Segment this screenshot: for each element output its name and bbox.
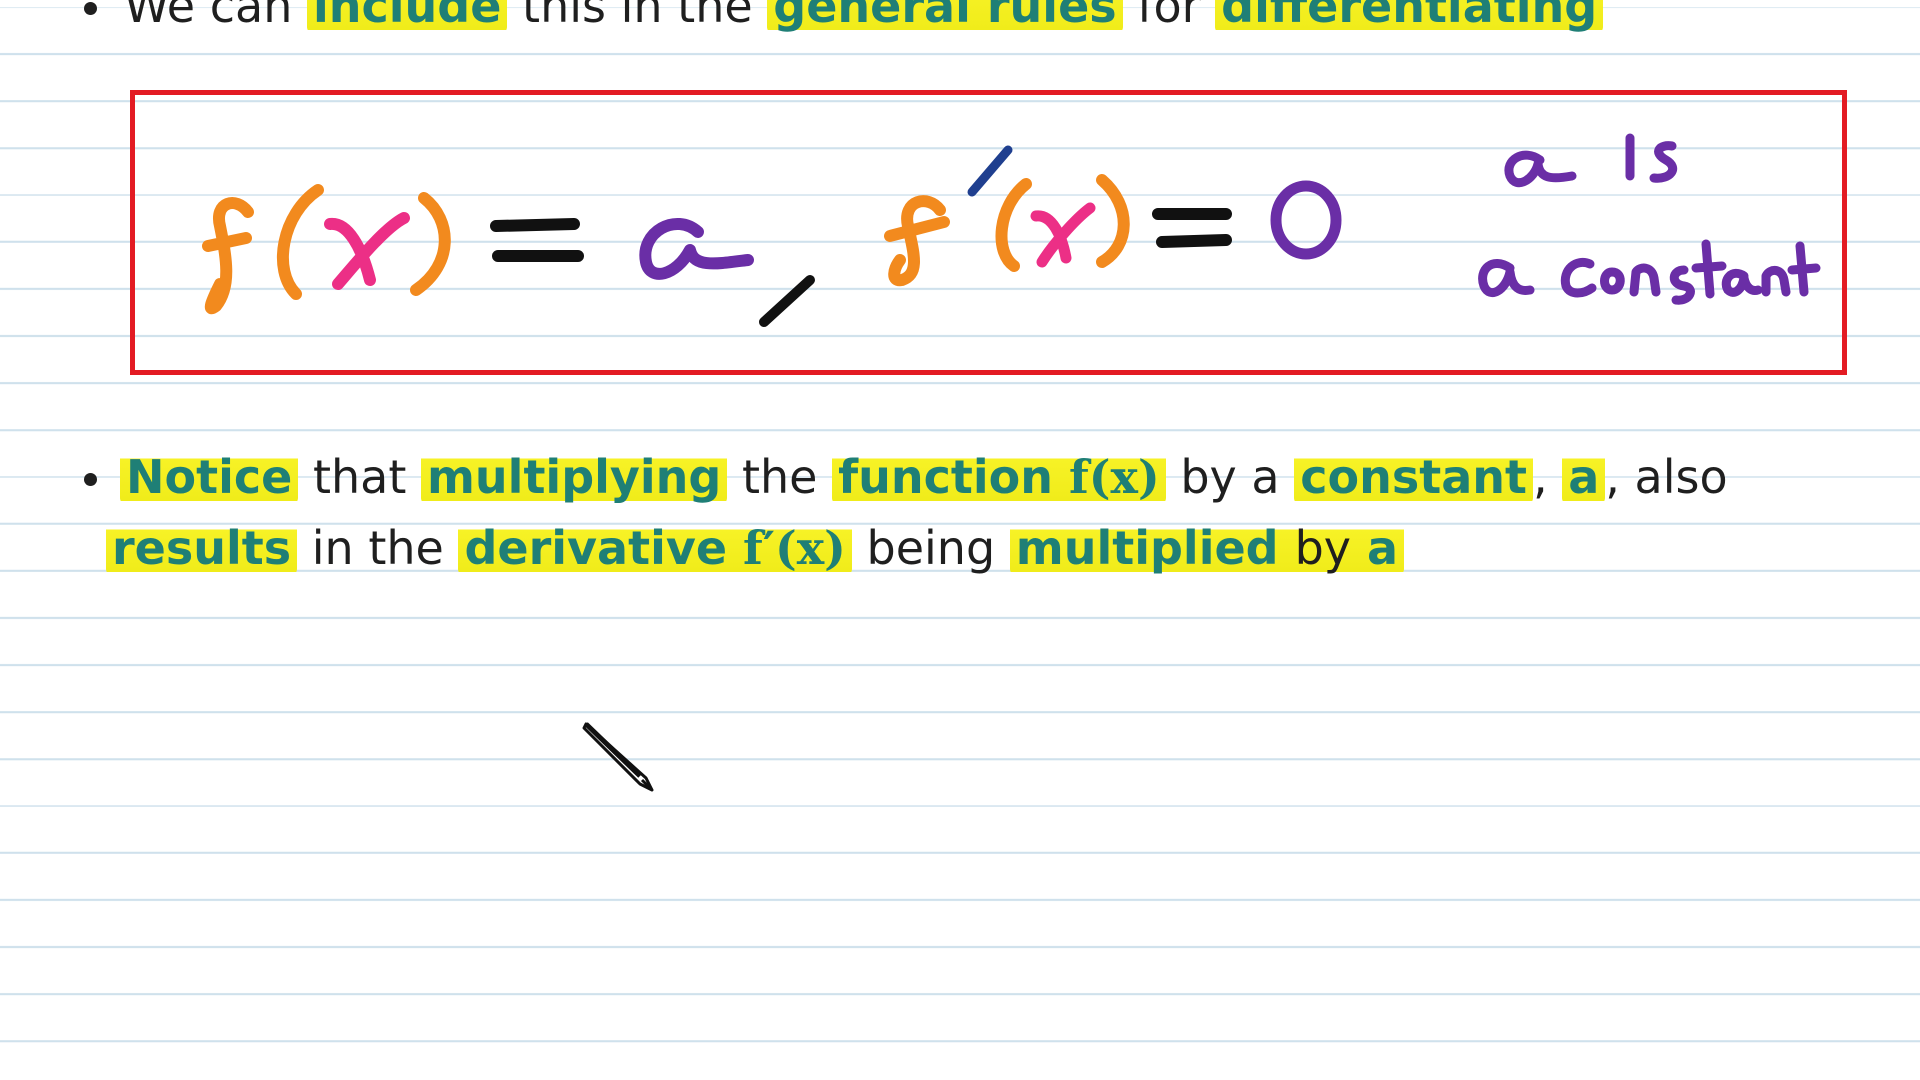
line3-derivative: derivative	[464, 521, 728, 575]
line2-text: Notice that multiplying the function f(x…	[120, 447, 1728, 507]
handwritten-comma	[759, 275, 815, 327]
line3-a: a	[1367, 521, 1399, 575]
handwritten-open-paren	[277, 184, 324, 300]
handwritten-x2	[1030, 202, 1096, 268]
handwritten-formula	[202, 133, 1821, 327]
line2-notice: Notice	[120, 450, 299, 504]
line2-a: a	[1562, 450, 1606, 504]
handwritten-prime	[967, 145, 1013, 197]
line2-comma: ,	[1532, 450, 1548, 504]
line2-the: the	[741, 450, 818, 504]
slide-canvas: We can include this in the general rules…	[0, 0, 1920, 1080]
handwritten-close-paren	[410, 192, 451, 296]
line3-in-the: in the	[311, 521, 444, 575]
line2-function: function	[838, 450, 1053, 504]
handwritten-equals	[490, 218, 584, 262]
handwritten-equals2	[1152, 208, 1232, 248]
line3-by: by	[1294, 521, 1352, 575]
line2-constant: constant	[1294, 450, 1533, 504]
line2-by-a: by a	[1180, 450, 1280, 504]
line3-multiplied: multiplied	[1015, 521, 1279, 575]
line3-multiplied-by-a: multiplied by a	[1009, 521, 1405, 575]
line2-function-fx: function f(x)	[832, 450, 1166, 504]
line2-that: that	[312, 450, 407, 504]
handwritten-open-paren2	[995, 178, 1032, 272]
handwritten-f2	[884, 195, 950, 287]
line3-derivative-fprime: derivative f′(x)	[458, 521, 852, 575]
handwritten-close-paren2	[1096, 174, 1130, 268]
handwritten-fx-equals-a	[202, 184, 815, 327]
handwritten-note	[1478, 133, 1821, 305]
pen-cursor-icon	[582, 722, 654, 792]
line2-also: , also	[1605, 450, 1728, 504]
line2-fx: f(x)	[1068, 450, 1160, 504]
handwritten-x	[324, 212, 410, 290]
line3-being: being	[866, 521, 996, 575]
line2-multiplying: multiplying	[421, 450, 728, 504]
line3-fprime-x: f′(x)	[743, 521, 846, 575]
handwritten-zero	[1270, 180, 1342, 260]
handwritten-a	[639, 217, 754, 280]
handwritten-fprime-equals-zero	[884, 145, 1342, 287]
line3-results: results	[106, 521, 298, 575]
bullet-dot-icon	[84, 473, 97, 486]
handwritten-f	[202, 197, 254, 315]
line3-text: results in the derivative f′(x) being mu…	[106, 518, 1405, 578]
